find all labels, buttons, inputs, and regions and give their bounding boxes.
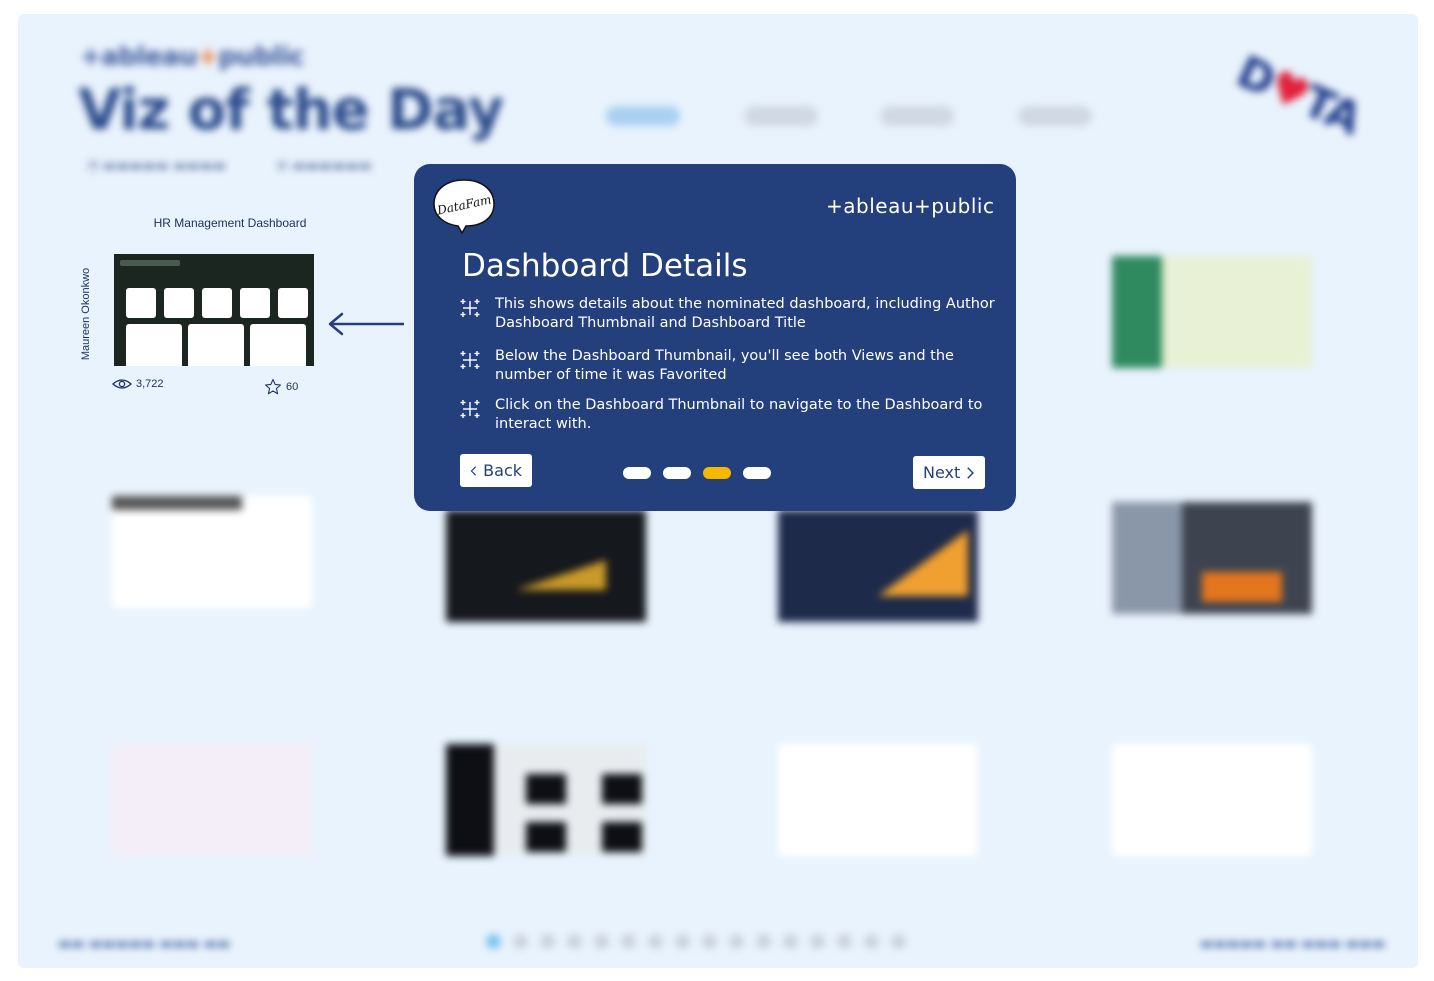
footer-credit: ▬▬▬▬▬ ▬▬ ▬▬▬ ▬▬▬ [1200,936,1386,952]
dashboard-title: HR Management Dashboard [153,216,307,230]
detail-text: Below the Dashboard Thumbnail, you'll se… [495,348,954,383]
next-button[interactable]: Next [913,456,985,489]
thumbnail-panel [188,324,244,366]
nav-pill [744,106,818,126]
tableau-plus-icon [460,299,480,317]
dashboard-thumbnail [1112,256,1312,368]
footer-source: ▬▬ ▬▬▬▬▬ ▬▬▬ ▬▬ [58,936,231,952]
sub-links: ◔ ▬▬▬▬▬ ▬▬▬▬ ⊕ ▬▬▬▬▬▬ [86,158,372,174]
page-dot [513,934,528,949]
brand-logo: +ableau+public [80,42,305,72]
step-dot-active[interactable] [703,467,731,479]
page-dot [702,934,717,949]
back-button[interactable]: Back [460,454,532,487]
dashboard-card [1112,466,1342,666]
thumbnail-kpi [278,288,308,318]
nav-pill [1018,106,1092,126]
page-dot [864,934,879,949]
dashboard-author: Maureen Okonkwo [80,267,92,361]
pointer-arrow-icon [328,312,404,336]
detail-text: Click on the Dashboard Thumbnail to navi… [495,397,983,432]
favorites-count: 60 [286,381,299,393]
step-dot[interactable] [663,467,691,479]
thumbnail-kpi [202,288,232,318]
detail-item: Below the Dashboard Thumbnail, you'll se… [458,347,1002,385]
page-dots [486,934,906,949]
page-dot [756,934,771,949]
eye-icon [112,379,132,389]
favorites-stat: 60 [264,378,298,396]
tableau-plus-icon [460,400,480,418]
dashboard-thumbnail [778,510,978,622]
chevron-left-icon [470,465,477,476]
thumbnail-header [120,260,180,266]
detail-text: This shows details about the nominated d… [495,296,995,331]
datafam-logo: DataFam [433,179,495,234]
dashboard-card [112,466,342,666]
dashboard-details-modal: DataFam +ableau+public Dashboard Details… [414,164,1016,511]
detail-item: This shows details about the nominated d… [458,295,1002,333]
dashboard-thumbnail [112,496,312,608]
back-button-label: Back [483,461,522,480]
tableau-plus-icon [460,351,480,369]
step-dot[interactable] [623,467,651,479]
dashboard-card [446,710,676,910]
modal-title: Dashboard Details [462,248,748,284]
sub-link: ⊕ ▬▬▬▬▬▬ [276,158,372,174]
detail-item: Click on the Dashboard Thumbnail to navi… [458,396,1002,434]
dashboard-thumbnail [112,744,312,856]
page-dot [675,934,690,949]
page-dot [783,934,798,949]
page-dot [567,934,582,949]
views-count: 3,722 [136,378,164,390]
step-dot[interactable] [743,467,771,479]
dashboard-thumbnail[interactable] [114,254,314,366]
page-dot [648,934,663,949]
tableau-public-logo: +ableau+public [826,194,995,218]
page-dot [540,934,555,949]
nav-pill [880,106,954,126]
views-stat: 3,722 [112,378,164,390]
page-dot [810,934,825,949]
nav-pill [606,106,680,126]
thumbnail-kpi [126,288,156,318]
page-dot [594,934,609,949]
thumbnail-panels [120,324,308,366]
next-button-label: Next [923,463,961,482]
page-dot [729,934,744,949]
featured-dashboard-card: HR Management Dashboard Maureen Okonkwo … [78,216,314,416]
dashboard-card [1112,222,1342,422]
star-icon [264,378,282,395]
thumbnail-kpi [164,288,194,318]
page-title: Viz of the Day [78,78,504,143]
page-dot [621,934,636,949]
sub-link: ◔ ▬▬▬▬▬ ▬▬▬▬ [86,158,227,174]
dashboard-card [1112,710,1342,910]
page-dot [891,934,906,949]
dashboard-card [112,710,342,910]
dashboard-card [778,710,1008,910]
chevron-right-icon [967,466,975,479]
dashboard-thumbnail [1112,744,1312,856]
dashboard-thumbnail [446,510,646,622]
thumbnail-panel [126,324,182,366]
step-indicator [623,467,771,479]
thumbnail-kpi [240,288,270,318]
thumbnail-panel [250,324,306,366]
page-dot [837,934,852,949]
dashboard-thumbnail [446,744,646,856]
dashboard-thumbnail [1112,502,1312,614]
dashboard-thumbnail [778,744,978,856]
thumbnail-kpis [120,288,308,318]
page-dot [486,934,501,949]
